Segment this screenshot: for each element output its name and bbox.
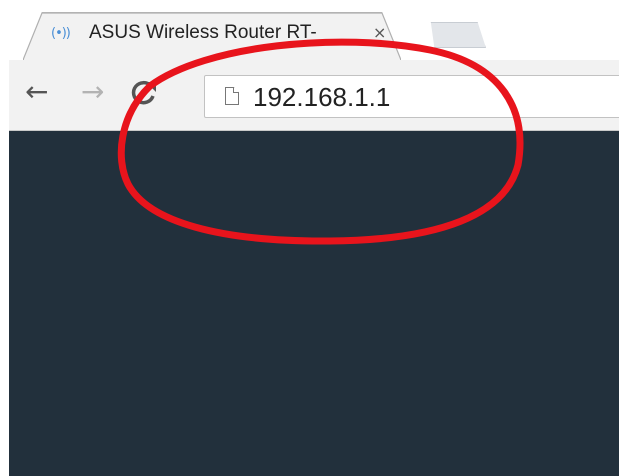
back-button[interactable]: ← bbox=[25, 78, 48, 106]
browser-window: (•)) ASUS Wireless Router RT- × ← → 192.… bbox=[9, 0, 619, 476]
address-bar[interactable]: 192.168.1.1 bbox=[204, 75, 619, 118]
forward-button[interactable]: → bbox=[81, 78, 104, 106]
toolbar: ← → 192.168.1.1 bbox=[9, 60, 619, 131]
wifi-icon: (•)) bbox=[51, 26, 71, 41]
new-tab-button[interactable] bbox=[430, 22, 486, 48]
reload-button[interactable] bbox=[129, 78, 159, 113]
tab-strip: (•)) ASUS Wireless Router RT- × bbox=[9, 0, 619, 60]
page-icon-fold bbox=[233, 87, 239, 93]
reload-icon bbox=[131, 80, 156, 105]
url-text[interactable]: 192.168.1.1 bbox=[253, 82, 390, 113]
tab-title[interactable]: ASUS Wireless Router RT- bbox=[89, 22, 359, 44]
page-content bbox=[9, 131, 619, 476]
close-icon[interactable]: × bbox=[373, 23, 386, 42]
